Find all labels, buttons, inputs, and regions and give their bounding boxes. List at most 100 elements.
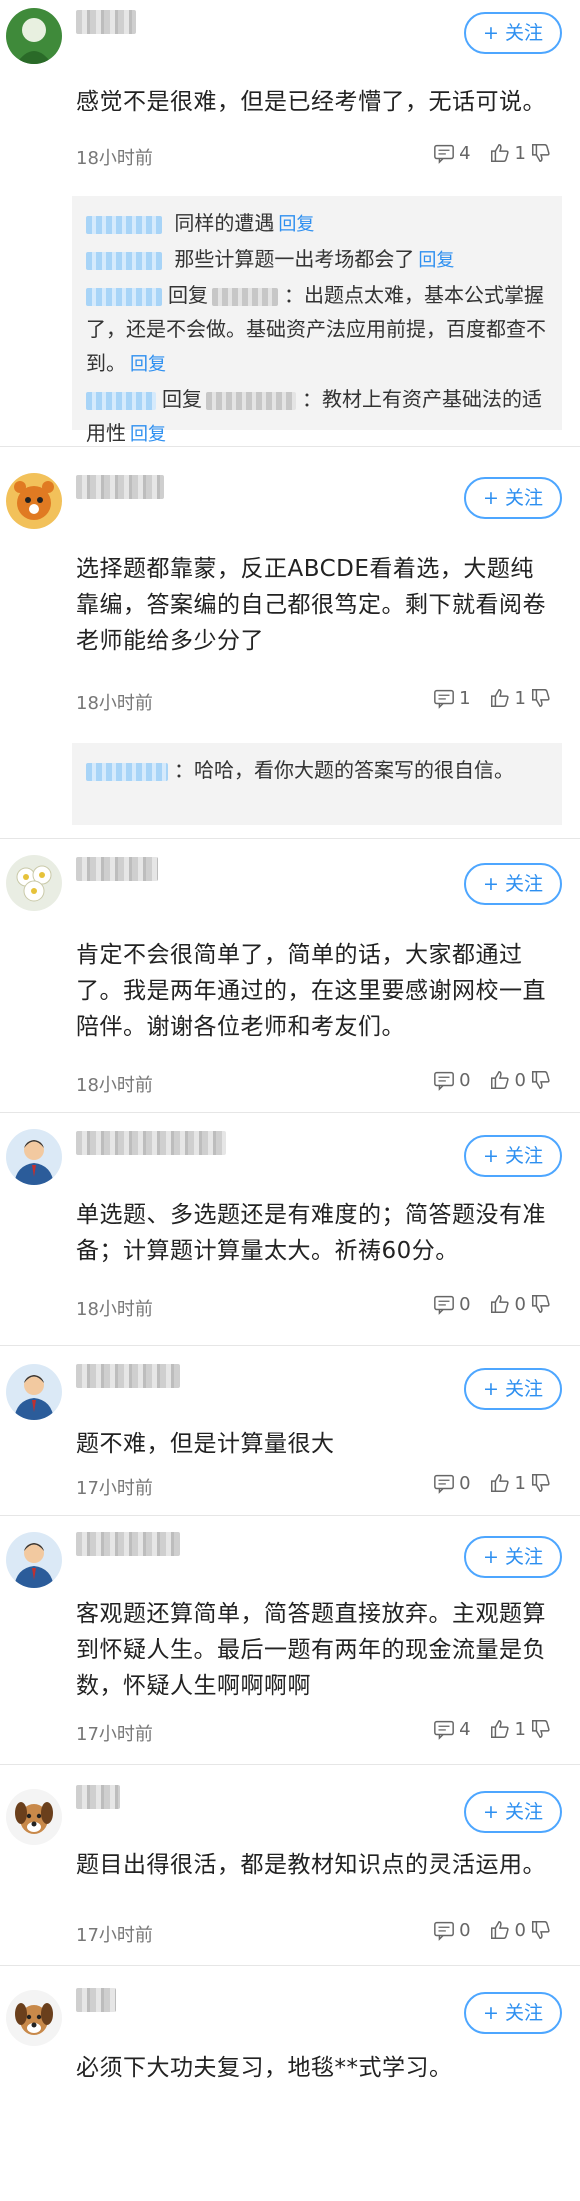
thumbs-up-icon <box>490 689 509 707</box>
thumbs-down-icon[interactable] <box>530 1919 552 1941</box>
comment-text: 感觉不是很难，但是已经考懵了，无话可说。 <box>76 89 546 115</box>
like-button[interactable]: 1 <box>489 142 556 164</box>
like-count: 1 <box>514 142 526 164</box>
reply-item: 同样的遭遇 回复 <box>86 206 548 242</box>
comment-icon <box>434 1295 454 1315</box>
username[interactable] <box>76 1364 180 1388</box>
follow-label: + 关注 <box>483 487 543 509</box>
username[interactable] <box>76 857 158 881</box>
comment-icon <box>434 689 454 709</box>
comment-item: + 关注 必须下大功夫复习，地毯**式学习。 <box>0 1966 580 2201</box>
follow-button[interactable]: + 关注 <box>464 863 562 905</box>
follow-button[interactable]: + 关注 <box>464 1135 562 1177</box>
comment-text: 题目出得很活，都是教材知识点的灵活运用。 <box>76 1852 546 1878</box>
follow-button[interactable]: + 关注 <box>464 1368 562 1410</box>
comment-count-button[interactable]: 0 <box>433 1472 471 1494</box>
comment-count: 0 <box>459 1472 471 1494</box>
comment-count-button[interactable]: 4 <box>433 142 471 164</box>
comment-count: 4 <box>459 1718 471 1740</box>
like-button[interactable]: 0 <box>489 1293 556 1315</box>
reply-link[interactable]: 回复 <box>418 250 454 271</box>
username[interactable] <box>76 1131 226 1155</box>
avatar[interactable] <box>6 1129 62 1185</box>
comment-count-button[interactable]: 4 <box>433 1718 471 1740</box>
comment-actions: 0 0 <box>415 1293 556 1315</box>
comment-time: 18小时前 <box>76 148 153 169</box>
follow-button[interactable]: + 关注 <box>464 1536 562 1578</box>
reply-link[interactable]: 回复 <box>130 354 166 375</box>
comment-actions: 0 1 <box>415 1472 556 1494</box>
like-count: 0 <box>514 1069 526 1091</box>
comment-actions: 0 0 <box>415 1919 556 1941</box>
comment-feed: + 关注 感觉不是很难，但是已经考懵了，无话可说。 18小时前 4 1 同样的遭… <box>0 0 580 2201</box>
comment-item: + 关注 题目出得很活，都是教材知识点的灵活运用。 17小时前 0 0 <box>0 1765 580 1966</box>
comment-text: 单选题、多选题还是有难度的；简答题没有准备；计算题计算量太大。祈祷60分。 <box>76 1202 546 1264</box>
thumbs-up-icon <box>490 144 509 162</box>
thumbs-down-icon[interactable] <box>530 1069 552 1091</box>
comment-text: 必须下大功夫复习，地毯**式学习。 <box>76 2055 453 2081</box>
like-count: 0 <box>514 1919 526 1941</box>
follow-label: + 关注 <box>483 873 543 895</box>
thumbs-down-icon[interactable] <box>530 687 552 709</box>
thumbs-up-icon <box>490 1921 509 1939</box>
comment-actions: 4 1 <box>415 142 556 164</box>
like-button[interactable]: 0 <box>489 1919 556 1941</box>
reply-list: ：哈哈，看你大题的答案写的很自信。 <box>72 743 562 825</box>
comment-time: 17小时前 <box>76 1925 153 1946</box>
comment-text: 选择题都靠蒙，反正ABCDE看着选，大题纯靠编，答案编的自己都很笃定。剩下就看阅… <box>76 556 546 654</box>
comment-text: 题不难，但是计算量很大 <box>76 1431 335 1457</box>
thumbs-up-icon <box>490 1474 509 1492</box>
avatar[interactable] <box>6 855 62 911</box>
comment-count-button[interactable]: 1 <box>433 687 471 709</box>
avatar[interactable] <box>6 1364 62 1420</box>
like-button[interactable]: 1 <box>489 1472 556 1494</box>
comment-count: 4 <box>459 142 471 164</box>
thumbs-down-icon[interactable] <box>530 1472 552 1494</box>
username[interactable] <box>76 1988 116 2012</box>
follow-label: + 关注 <box>483 2002 543 2024</box>
comment-text: 肯定不会很简单了，简单的话，大家都通过了。我是两年通过的，在这里要感谢网校一直陪… <box>76 942 546 1040</box>
username[interactable] <box>76 10 136 34</box>
follow-button[interactable]: + 关注 <box>464 1791 562 1833</box>
username[interactable] <box>76 475 164 499</box>
comment-count-button[interactable]: 0 <box>433 1069 471 1091</box>
thumbs-down-icon[interactable] <box>530 1718 552 1740</box>
comment-icon <box>434 144 454 164</box>
username[interactable] <box>76 1532 180 1556</box>
comment-count-button[interactable]: 0 <box>433 1293 471 1315</box>
like-count: 1 <box>514 1718 526 1740</box>
avatar[interactable] <box>6 1532 62 1588</box>
follow-label: + 关注 <box>483 1801 543 1823</box>
like-button[interactable]: 1 <box>489 1718 556 1740</box>
reply-list: 同样的遭遇 回复 那些计算题一出考场都会了 回复 回复 ：出题点太难，基本公式掌握了，… <box>72 196 562 445</box>
comment-icon <box>434 1921 454 1941</box>
avatar[interactable] <box>6 473 62 529</box>
comment-count: 1 <box>459 687 471 709</box>
thumbs-down-icon[interactable] <box>530 142 552 164</box>
comment-item: + 关注 选择题都靠蒙，反正ABCDE看着选，大题纯靠编，答案编的自己都很笃定。… <box>0 447 580 839</box>
comment-actions: 1 1 <box>415 687 556 709</box>
thumbs-down-icon[interactable] <box>530 1293 552 1315</box>
follow-button[interactable]: + 关注 <box>464 477 562 519</box>
comment-item: + 关注 肯定不会很简单了，简单的话，大家都通过了。我是两年通过的，在这里要感谢… <box>0 839 580 1113</box>
username[interactable] <box>76 1785 120 1809</box>
avatar[interactable] <box>6 1789 62 1845</box>
follow-button[interactable]: + 关注 <box>464 1992 562 2034</box>
like-button[interactable]: 1 <box>489 687 556 709</box>
reply-link[interactable]: 回复 <box>278 214 314 235</box>
reply-link[interactable]: 回复 <box>130 424 166 445</box>
follow-label: + 关注 <box>483 1546 543 1568</box>
reply-prefix: 回复 <box>168 283 208 307</box>
like-button[interactable]: 0 <box>489 1069 556 1091</box>
comment-time: 17小时前 <box>76 1724 153 1745</box>
follow-button[interactable]: + 关注 <box>464 12 562 54</box>
comment-actions: 0 0 <box>415 1069 556 1091</box>
comment-time: 17小时前 <box>76 1478 153 1499</box>
thumbs-up-icon <box>490 1295 509 1313</box>
avatar[interactable] <box>6 1990 62 2046</box>
comment-count: 0 <box>459 1069 471 1091</box>
reply-text: ：哈哈，看你大题的答案写的很自信。 <box>174 758 514 782</box>
comment-time: 18小时前 <box>76 1299 153 1320</box>
avatar[interactable] <box>6 8 62 64</box>
comment-count-button[interactable]: 0 <box>433 1919 471 1941</box>
